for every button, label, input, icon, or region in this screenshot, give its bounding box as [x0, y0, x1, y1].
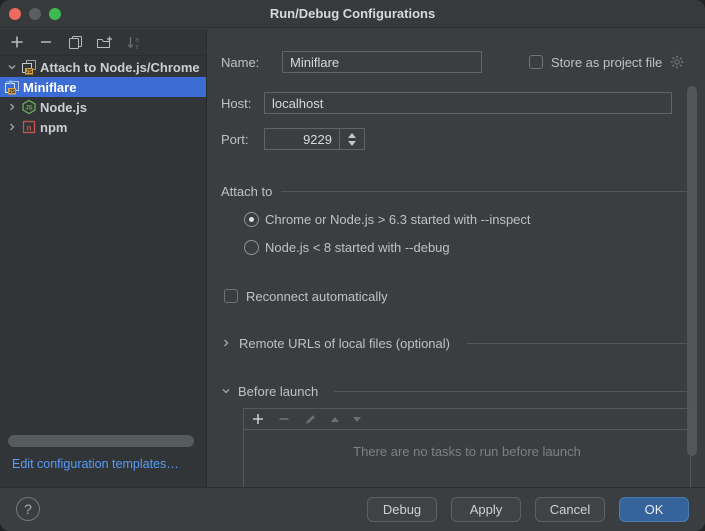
before-launch-title: Before launch	[238, 384, 318, 399]
svg-text:JS: JS	[9, 89, 16, 95]
tree-item-attach-to-nodejs-chrome[interactable]: JS Attach to Node.js/Chrome	[0, 57, 206, 77]
host-value: localhost	[272, 96, 323, 111]
configuration-form: Name: Miniflare Store as project file Ho…	[207, 29, 705, 487]
add-icon[interactable]	[8, 33, 26, 51]
vertical-scrollbar[interactable]	[687, 86, 697, 456]
tree-item-label: Attach to Node.js/Chrome	[40, 60, 200, 75]
configurations-sidebar: az JS Attach to Node.js/Chrome JS	[0, 29, 207, 487]
name-input[interactable]: Miniflare	[282, 51, 482, 73]
cancel-button[interactable]: Cancel	[535, 497, 605, 522]
remove-icon[interactable]	[278, 413, 290, 425]
debug-button[interactable]: Debug	[367, 497, 437, 522]
name-row: Name:	[221, 51, 259, 73]
svg-text:JS: JS	[26, 69, 33, 75]
host-row: Host:	[221, 92, 251, 114]
attach-config-icon: JS	[4, 79, 20, 95]
reconnect-row[interactable]: Reconnect automatically	[224, 287, 388, 305]
attach-to-title: Attach to	[221, 184, 272, 199]
tree-item-nodejs[interactable]: JS Node.js	[0, 97, 206, 117]
new-folder-icon[interactable]	[95, 33, 113, 51]
store-as-project-file-row: Store as project file	[529, 54, 684, 70]
host-label: Host:	[221, 96, 251, 111]
chevron-down-icon[interactable]	[221, 386, 231, 396]
port-stepper[interactable]	[340, 128, 365, 150]
nodejs-icon: JS	[21, 99, 37, 115]
dialog-title: Run/Debug Configurations	[0, 0, 705, 28]
radio-debug[interactable]: Node.js < 8 started with --debug	[244, 238, 450, 256]
before-launch-empty-text: There are no tasks to run before launch	[244, 444, 690, 459]
move-down-icon[interactable]	[353, 417, 361, 422]
edit-icon[interactable]	[304, 413, 317, 426]
remote-urls-title: Remote URLs of local files (optional)	[239, 336, 450, 351]
svg-text:JS: JS	[25, 106, 32, 112]
move-up-icon[interactable]	[331, 417, 339, 422]
host-input[interactable]: localhost	[264, 92, 672, 114]
port-input[interactable]: 9229	[264, 128, 340, 150]
tree-item-npm[interactable]: n npm	[0, 117, 206, 137]
configurations-tree: JS Attach to Node.js/Chrome JS Miniflare	[0, 57, 206, 137]
help-icon[interactable]: ?	[16, 497, 40, 521]
port-label: Port:	[221, 132, 248, 147]
horizontal-scrollbar[interactable]	[8, 435, 194, 447]
radio-inspect-label: Chrome or Node.js > 6.3 started with --i…	[265, 212, 531, 227]
before-launch-panel: There are no tasks to run before launch	[243, 408, 691, 487]
apply-button[interactable]: Apply	[451, 497, 521, 522]
sort-alphabetically-icon[interactable]: az	[124, 33, 142, 51]
stepper-down-icon[interactable]	[348, 141, 356, 146]
port-value: 9229	[303, 132, 332, 147]
reconnect-checkbox[interactable]	[224, 289, 238, 303]
chevron-right-icon[interactable]	[7, 122, 17, 132]
name-label: Name:	[221, 55, 259, 70]
before-launch-toolbar	[244, 409, 690, 430]
attach-to-section: Attach to	[221, 181, 690, 201]
tree-item-label: npm	[40, 120, 67, 135]
reconnect-label: Reconnect automatically	[246, 289, 388, 304]
name-value: Miniflare	[290, 55, 339, 70]
store-as-project-file-checkbox[interactable]	[529, 55, 543, 69]
titlebar: Run/Debug Configurations	[0, 0, 705, 28]
npm-icon: n	[21, 119, 37, 135]
remote-urls-section[interactable]: Remote URLs of local files (optional)	[221, 334, 690, 352]
add-icon[interactable]	[252, 413, 264, 425]
chevron-down-icon[interactable]	[7, 62, 17, 72]
sidebar-toolbar: az	[0, 29, 206, 56]
svg-text:z: z	[135, 43, 138, 50]
tree-item-label: Node.js	[40, 100, 87, 115]
section-rule	[281, 191, 690, 192]
store-as-project-file-label: Store as project file	[551, 55, 662, 70]
copy-icon[interactable]	[66, 33, 84, 51]
remove-icon[interactable]	[37, 33, 55, 51]
run-debug-configurations-dialog: Run/Debug Configurations az	[0, 0, 705, 531]
radio-debug-label: Node.js < 8 started with --debug	[265, 240, 450, 255]
radio-selected-icon[interactable]	[244, 212, 259, 227]
stepper-up-icon[interactable]	[348, 133, 356, 138]
section-rule	[334, 391, 690, 392]
gear-icon[interactable]	[670, 55, 684, 69]
chevron-right-icon[interactable]	[221, 338, 231, 348]
dialog-footer: ? Debug Apply Cancel OK	[0, 487, 705, 531]
svg-text:n: n	[27, 124, 32, 133]
ok-button[interactable]: OK	[619, 497, 689, 522]
radio-inspect[interactable]: Chrome or Node.js > 6.3 started with --i…	[244, 210, 531, 228]
attach-nodejs-chrome-icon: JS	[21, 59, 37, 75]
radio-unselected-icon[interactable]	[244, 240, 259, 255]
port-row: Port:	[221, 128, 248, 150]
tree-item-label: Miniflare	[23, 80, 76, 95]
edit-configuration-templates-link[interactable]: Edit configuration templates…	[12, 457, 179, 471]
svg-text:a: a	[135, 36, 139, 43]
tree-item-miniflare[interactable]: JS Miniflare	[0, 77, 206, 97]
section-rule	[467, 343, 690, 344]
chevron-right-icon[interactable]	[7, 102, 17, 112]
before-launch-section[interactable]: Before launch	[221, 382, 690, 400]
